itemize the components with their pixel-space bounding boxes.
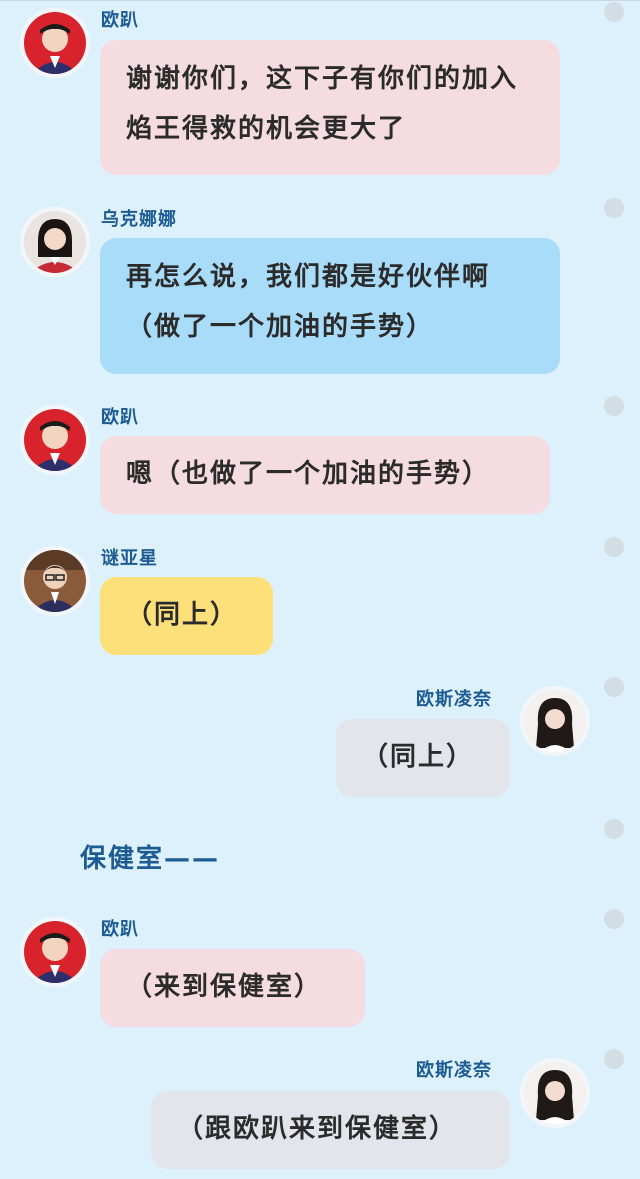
- timeline-dot: [604, 537, 624, 557]
- sender-name: 谜亚星: [101, 548, 158, 569]
- timeline-dot: [604, 1049, 624, 1069]
- message-bubble[interactable]: （同上）: [100, 577, 273, 655]
- section-title: 保健室——: [80, 844, 221, 874]
- sender-name: 欧趴: [101, 407, 139, 428]
- timeline-dot: [604, 2, 624, 22]
- message-text: 谢谢你们，这下子有你们的加入焰王得救的机会更大了: [126, 64, 519, 144]
- message-text: 嗯（也做了一个加油的手势）: [126, 459, 491, 489]
- message-bubble[interactable]: 谢谢你们，这下子有你们的加入焰王得救的机会更大了: [100, 40, 560, 175]
- chat-screen: 欧趴 谢谢你们，这下子有你们的加入焰王得救的机会更大了 乌克娜娜 再怎么说，我们…: [0, 0, 640, 1179]
- timeline-dot: [604, 909, 624, 929]
- sender-name: 欧趴: [101, 10, 139, 31]
- timeline-dot: [604, 819, 624, 839]
- girl-red-uniform-avatar[interactable]: [20, 207, 90, 277]
- message-bubble[interactable]: （同上）: [336, 719, 510, 797]
- girl-dark-hair-avatar[interactable]: [520, 1058, 590, 1128]
- message-bubble[interactable]: （跟欧趴来到保健室）: [151, 1091, 510, 1169]
- sender-name: 乌克娜娜: [101, 209, 177, 230]
- sender-name: 欧趴: [101, 919, 139, 940]
- boy-red-bg-avatar[interactable]: [20, 405, 90, 475]
- boy-red-bg-avatar[interactable]: [20, 8, 90, 78]
- message-text: （同上）: [362, 742, 475, 772]
- boy-red-bg-avatar[interactable]: [20, 917, 90, 987]
- timeline-dot: [604, 677, 624, 697]
- sender-name: 欧斯凌奈: [416, 689, 492, 710]
- message-text: （同上）: [126, 600, 239, 630]
- message-bubble[interactable]: 再怎么说，我们都是好伙伴啊（做了一个加油的手势）: [100, 238, 560, 374]
- sender-name: 欧斯凌奈: [416, 1060, 492, 1081]
- message-bubble[interactable]: （来到保健室）: [100, 949, 365, 1027]
- top-divider: [0, 0, 640, 1]
- message-bubble[interactable]: 嗯（也做了一个加油的手势）: [100, 436, 550, 514]
- girl-dark-hair-avatar[interactable]: [520, 686, 590, 756]
- timeline-dot: [604, 396, 624, 416]
- timeline-dot: [604, 198, 624, 218]
- message-text: （来到保健室）: [126, 972, 323, 1002]
- message-text: 再怎么说，我们都是好伙伴啊（做了一个加油的手势）: [126, 262, 491, 342]
- boy-glasses-avatar[interactable]: [20, 546, 90, 616]
- message-text: （跟欧趴来到保健室）: [177, 1114, 458, 1144]
